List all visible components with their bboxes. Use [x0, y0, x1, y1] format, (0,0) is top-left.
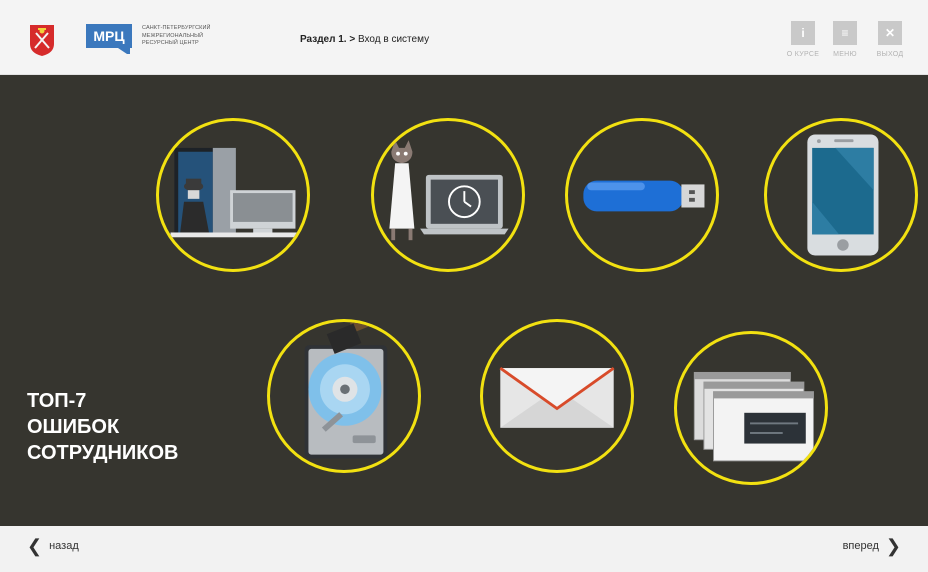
hard-drive-hammer-icon — [304, 322, 418, 459]
mistake-item-1[interactable] — [156, 118, 310, 272]
forward-button[interactable]: вперед ❯ — [842, 536, 901, 556]
smartphone-icon — [807, 134, 879, 256]
mistake-item-7[interactable] — [674, 331, 828, 485]
mistake-item-4[interactable] — [764, 118, 918, 272]
cat-laptop-icon — [389, 140, 509, 241]
mistake-item-6[interactable] — [480, 319, 634, 473]
org-name-line: межрегиональный — [142, 32, 204, 39]
menu-label: МЕНЮ — [833, 51, 857, 58]
info-icon: i — [791, 21, 815, 45]
breadcrumb-section: Раздел 1. — [300, 34, 347, 45]
forward-label: вперед — [842, 540, 879, 552]
breadcrumb: Раздел 1. > Вход в систему — [300, 34, 429, 45]
exit-button[interactable]: ✕ ВЫХОД — [870, 21, 910, 58]
about-course-label: О КУРСЕ — [786, 51, 820, 58]
st-petersburg-crest-icon — [30, 25, 54, 56]
hamburger-menu-icon: ≡ — [833, 21, 857, 45]
chevron-left-icon: ❮ — [27, 536, 43, 556]
chevron-right-icon: ❯ — [885, 536, 901, 556]
org-name-line: ресурсный центр — [142, 40, 199, 46]
exit-label: ВЫХОД — [876, 51, 904, 58]
title-line: ОШИБОК — [27, 416, 120, 438]
footer: ❮ назад вперед ❯ — [0, 526, 928, 572]
browser-windows-icon — [693, 371, 814, 462]
menu-button[interactable]: ≡ МЕНЮ — [825, 21, 865, 58]
mistake-item-2[interactable] — [371, 118, 525, 272]
title-line: ТОП-7 — [27, 390, 87, 412]
breadcrumb-page: Вход в систему — [357, 34, 430, 45]
breadcrumb-separator: > — [349, 34, 356, 45]
mistake-item-3[interactable] — [565, 118, 719, 272]
back-button[interactable]: ❮ назад — [27, 536, 79, 556]
close-icon: ✕ — [878, 21, 902, 45]
header: МРЦ Санкт-Петербургский межрегиональный … — [0, 0, 928, 75]
back-label: назад — [49, 540, 79, 552]
mistake-item-5[interactable] — [267, 319, 421, 473]
about-course-button[interactable]: i О КУРСЕ — [783, 21, 823, 58]
envelope-icon — [499, 366, 615, 428]
svg-text:МРЦ: МРЦ — [93, 28, 125, 44]
org-name: Санкт-Петербургский межрегиональный ресу… — [142, 25, 211, 48]
main-stage: ТОП-7 ОШИБОК СОТРУДНИКОВ — [0, 75, 928, 526]
usb-flash-drive-icon — [583, 180, 705, 212]
mrc-logo: МРЦ — [86, 24, 132, 54]
org-name-line: Санкт-Петербургский — [142, 25, 211, 31]
spy-at-computer-icon — [170, 147, 298, 238]
page-title: ТОП-7 ОШИБОК СОТРУДНИКОВ — [27, 388, 179, 466]
title-line: СОТРУДНИКОВ — [27, 442, 179, 464]
